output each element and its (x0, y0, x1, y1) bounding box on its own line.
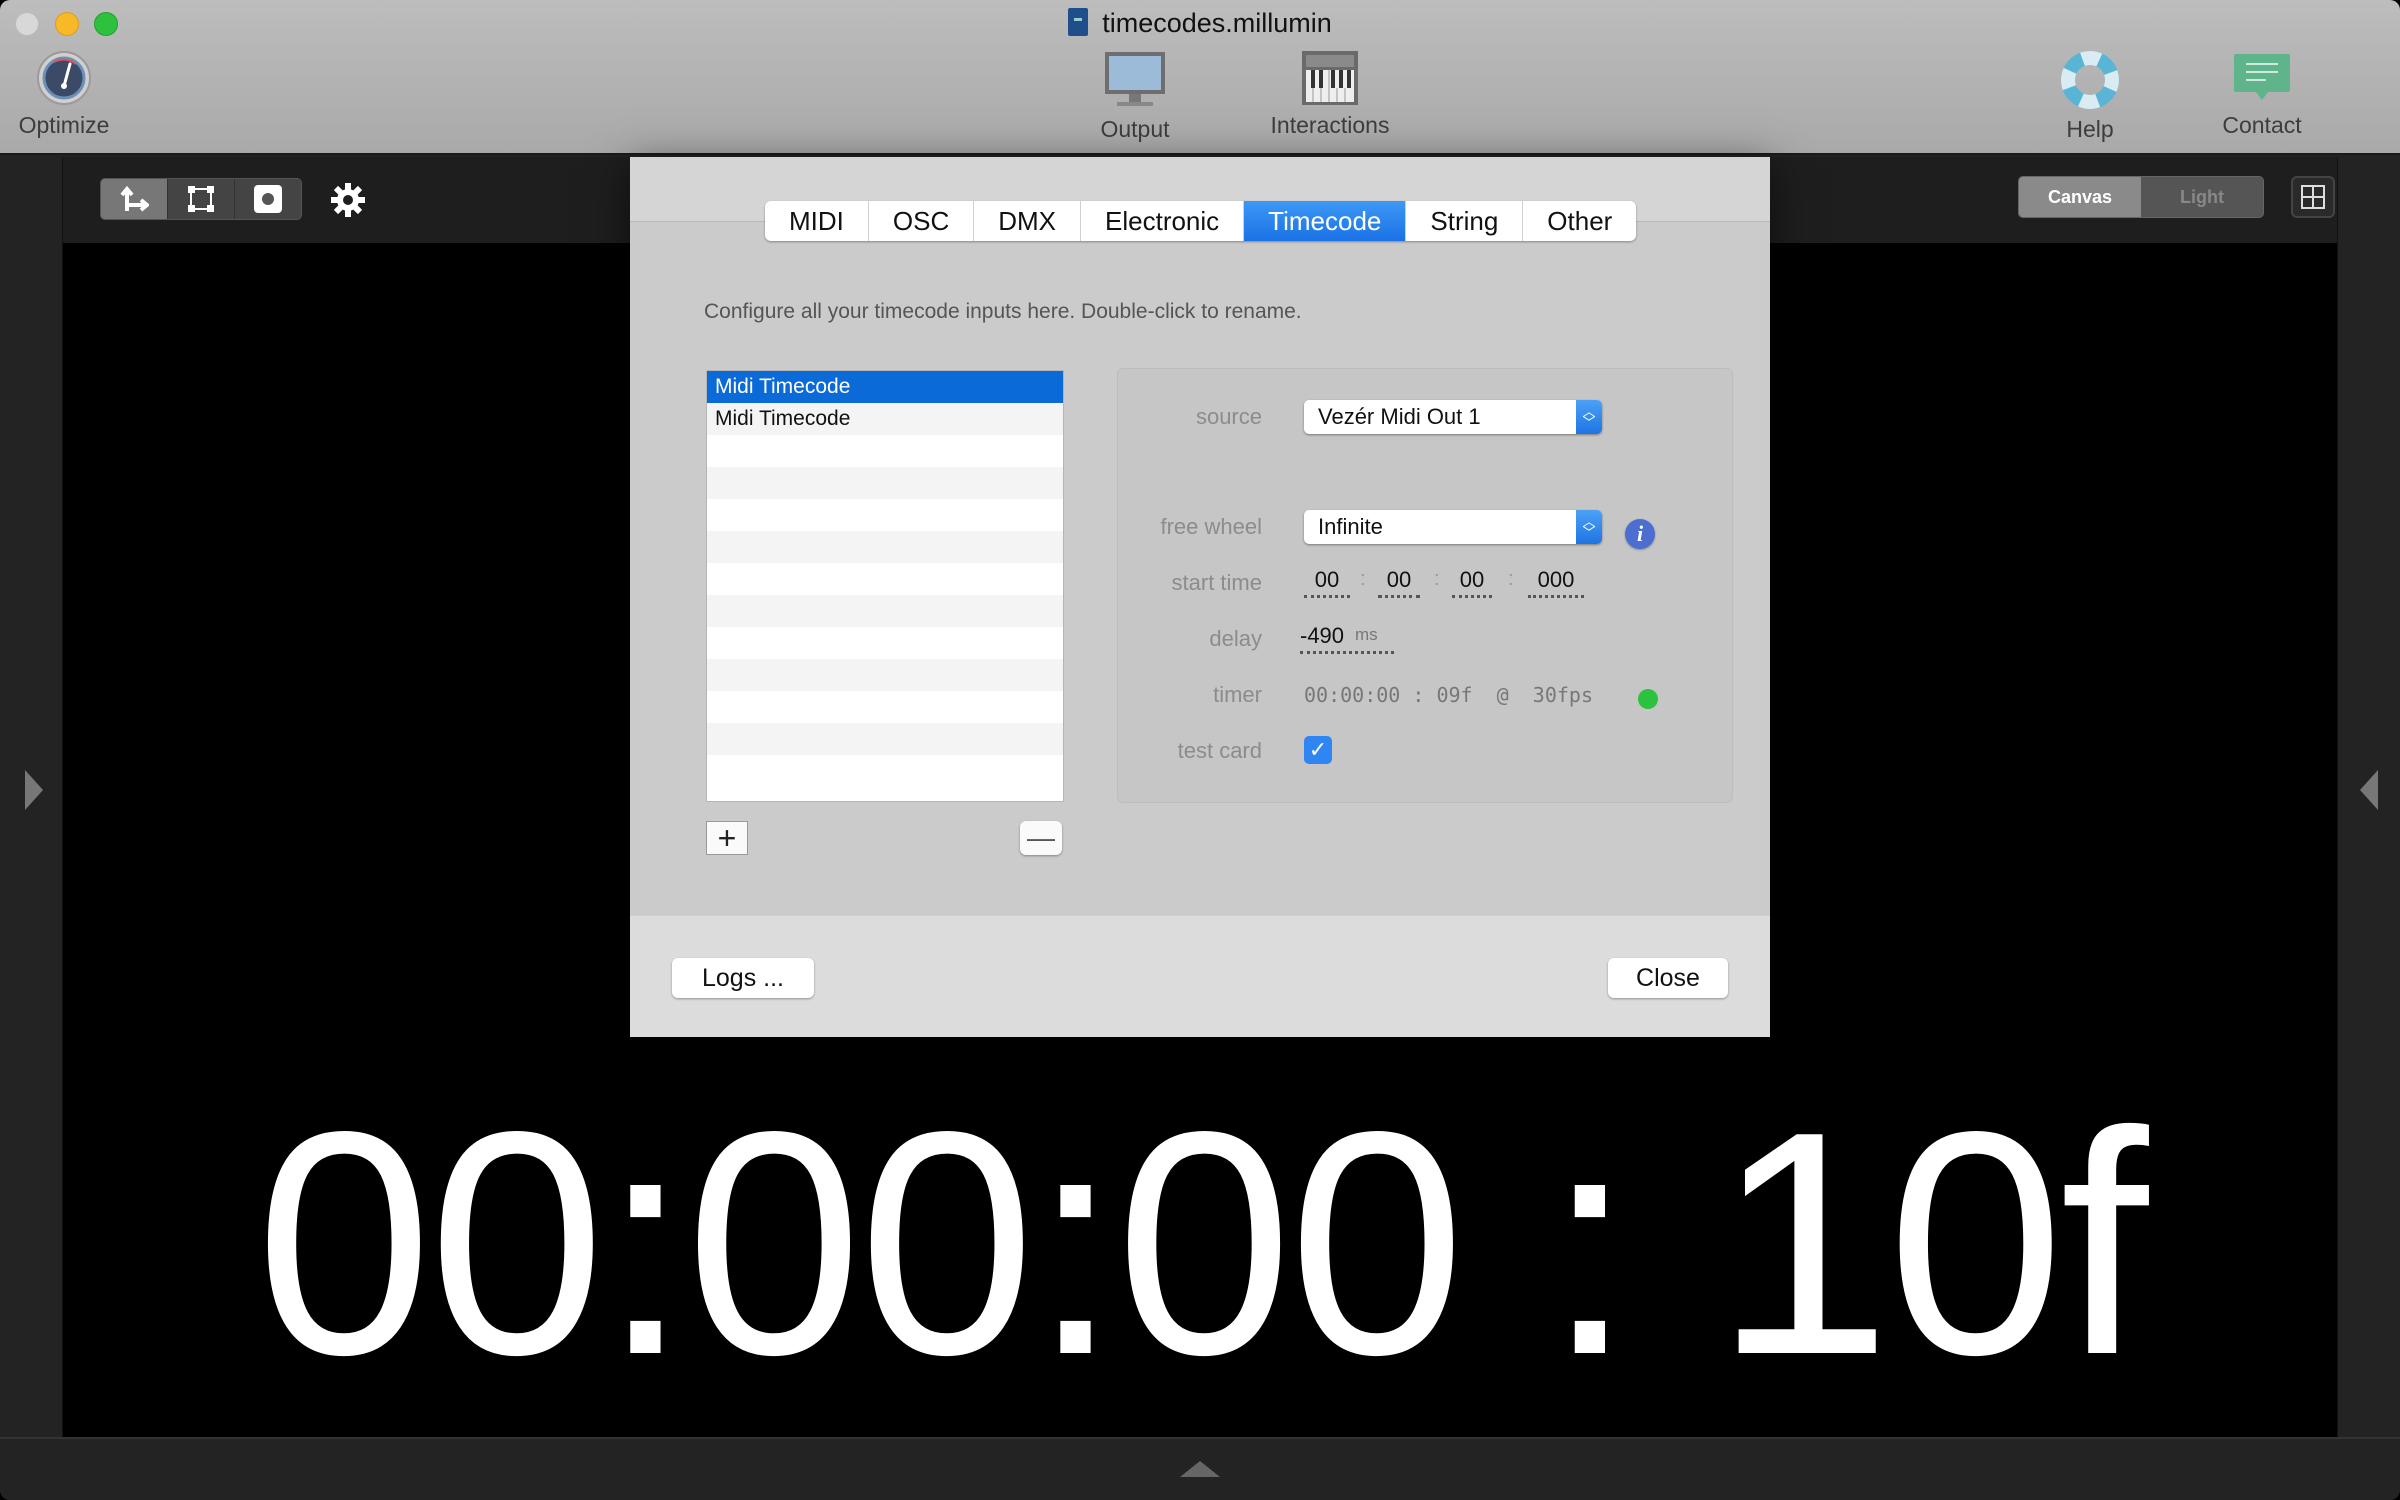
list-empty-row (707, 563, 1063, 595)
tab-osc[interactable]: OSC (869, 201, 975, 241)
info-icon[interactable]: i (1625, 519, 1655, 549)
canvas-tool-selector (100, 178, 302, 220)
expand-up-arrow-icon (1180, 1461, 1220, 1477)
list-empty-row (707, 435, 1063, 467)
bounding-box-icon (188, 186, 214, 212)
source-value: Vezér Midi Out 1 (1318, 404, 1481, 429)
toolbar-contact-label: Contact (2222, 112, 2302, 138)
tab-midi[interactable]: MIDI (765, 201, 869, 241)
free-wheel-value: Infinite (1318, 514, 1383, 539)
list-empty-row (707, 595, 1063, 627)
delay-unit: ms (1355, 625, 1378, 644)
expand-left-arrow-icon (2360, 770, 2378, 810)
list-empty-row (707, 755, 1063, 787)
close-button[interactable]: Close (1608, 958, 1728, 998)
toolbar-optimize-label: Optimize (18, 112, 110, 138)
view-mode-light[interactable]: Light (2141, 177, 2263, 217)
interactions-dialog: MIDI OSC DMX Electronic Timecode String … (630, 157, 1770, 1037)
document-icon (1068, 8, 1089, 36)
start-time-label: start time (1171, 570, 1262, 595)
dialog-hint: Configure all your timecode inputs here.… (704, 300, 1302, 323)
logs-button[interactable]: Logs ... (672, 958, 814, 998)
left-panel-toggle[interactable] (0, 157, 63, 1437)
free-wheel-label: free wheel (1160, 514, 1262, 539)
start-time-minutes-field[interactable]: 00 (1378, 567, 1420, 598)
window-title-text: timecodes.millumin (1102, 8, 1332, 38)
right-panel-toggle[interactable] (2337, 157, 2400, 1437)
timecode-settings-panel: source Vezér Midi Out 1 ︿ ﹀ free wheel In… (1117, 368, 1733, 803)
remove-input-button[interactable]: — (1020, 821, 1062, 855)
delay-value: -490 (1300, 623, 1345, 648)
timecode-input-list[interactable]: Midi Timecode Midi Timecode (706, 370, 1064, 802)
chat-bubble-icon (2234, 54, 2290, 100)
gauge-icon (37, 51, 91, 105)
toolbar-contact-button[interactable]: Contact (2212, 50, 2312, 139)
add-input-button[interactable]: + (706, 821, 748, 855)
list-empty-row (707, 691, 1063, 723)
start-time-hours-field[interactable]: 00 (1304, 567, 1350, 598)
bottom-panel-toggle[interactable] (0, 1437, 2400, 1500)
grid-icon (2301, 185, 2325, 209)
gear-icon (331, 183, 365, 217)
toolbar-help-label: Help (2066, 116, 2114, 142)
test-card-checkbox[interactable]: ✓ (1304, 736, 1332, 764)
list-empty-row (707, 723, 1063, 755)
tab-electronic[interactable]: Electronic (1081, 201, 1245, 241)
delay-field[interactable]: -490 (1300, 623, 1394, 654)
test-card-label: test card (1177, 738, 1262, 763)
window-title: timecodes.millumin (0, 8, 2400, 39)
tab-timecode[interactable]: Timecode (1244, 201, 1407, 241)
canvas-settings-button[interactable] (330, 182, 366, 223)
list-empty-row (707, 467, 1063, 499)
app-window: timecodes.millumin Optimize Output Inter… (0, 0, 2400, 1500)
dialog-footer: Logs ... Close (630, 915, 1770, 1037)
start-time-milliseconds-field[interactable]: 000 (1528, 567, 1584, 598)
mask-tool-button[interactable] (235, 179, 301, 219)
timer-readout: 00:00:00 : 09f @ 30fps (1304, 683, 1593, 707)
list-empty-row (707, 499, 1063, 531)
expand-right-arrow-icon (25, 770, 43, 810)
move-tool-button[interactable] (101, 179, 168, 219)
time-separator: : (1360, 568, 1366, 590)
window-toolbar: timecodes.millumin Optimize Output Inter… (0, 0, 2400, 155)
start-time-seconds-field[interactable]: 00 (1452, 567, 1492, 598)
tab-dmx[interactable]: DMX (974, 201, 1082, 241)
toolbar-help-button[interactable]: Help (2040, 50, 2140, 143)
monitor-icon (1105, 52, 1165, 106)
toolbar-output-label: Output (1100, 116, 1170, 142)
list-empty-row (707, 531, 1063, 563)
toolbar-interactions-button[interactable]: Interactions (1265, 50, 1395, 139)
view-mode-canvas[interactable]: Canvas (2019, 177, 2141, 217)
free-wheel-select[interactable]: Infinite ︿ ﹀ (1304, 510, 1602, 544)
midi-keyboard-icon (1302, 51, 1358, 105)
timer-label: timer (1213, 682, 1262, 707)
list-item[interactable]: Midi Timecode (707, 371, 1063, 403)
tab-other[interactable]: Other (1523, 201, 1636, 241)
move-arrows-icon (120, 185, 149, 212)
timecode-preview: 00:00:00 : 10f (255, 1066, 2149, 1421)
lifebuoy-icon (2061, 51, 2119, 109)
source-label: source (1195, 404, 1262, 429)
toolbar-interactions-label: Interactions (1270, 112, 1390, 138)
layout-grid-button[interactable] (2291, 176, 2335, 218)
list-item[interactable]: Midi Timecode (707, 403, 1063, 435)
select-arrows-icon: ︿ ﹀ (1576, 510, 1602, 544)
interaction-type-tabs: MIDI OSC DMX Electronic Timecode String … (765, 201, 1637, 241)
view-mode-selector: Canvas Light (2018, 176, 2264, 218)
select-arrows-icon: ︿ ﹀ (1576, 400, 1602, 434)
source-select[interactable]: Vezér Midi Out 1 ︿ ﹀ (1304, 400, 1602, 434)
list-empty-row (707, 627, 1063, 659)
transform-tool-button[interactable] (168, 179, 235, 219)
time-separator: : (1434, 568, 1440, 590)
time-separator: : (1508, 568, 1514, 590)
toolbar-optimize-button[interactable]: Optimize (14, 50, 114, 139)
tab-string[interactable]: String (1406, 201, 1524, 241)
toolbar-output-button[interactable]: Output (1085, 50, 1185, 143)
mask-icon (254, 185, 282, 213)
list-empty-row (707, 659, 1063, 691)
timer-status-indicator (1638, 689, 1658, 709)
delay-label: delay (1209, 626, 1262, 651)
